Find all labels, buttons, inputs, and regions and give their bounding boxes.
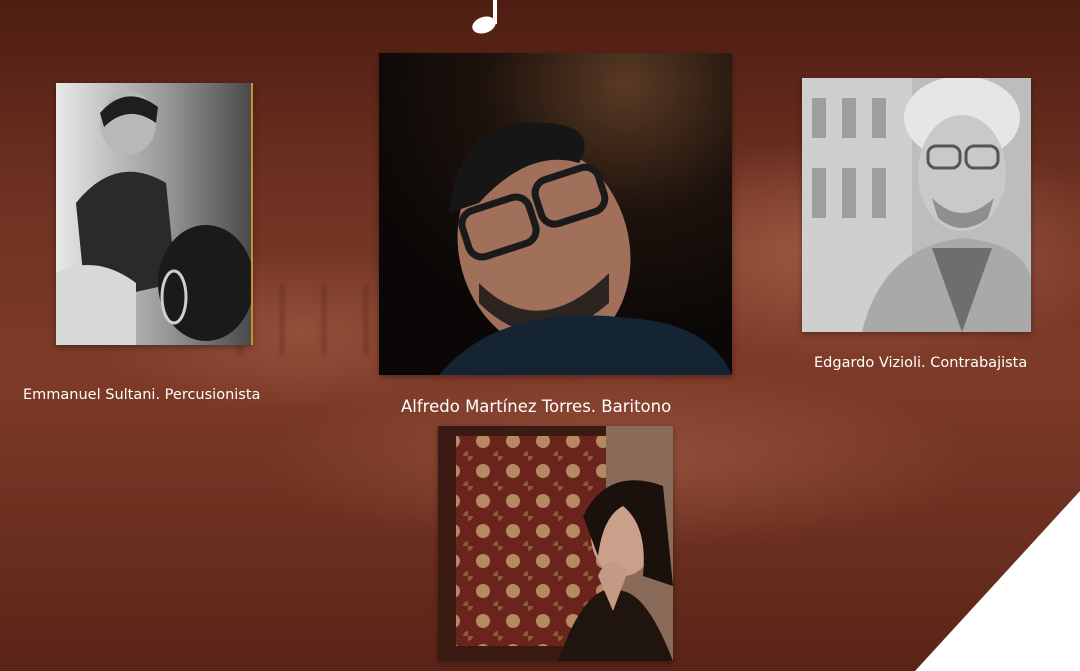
musician-photo-woman	[438, 426, 673, 661]
musician-caption-emmanuel: Emmanuel Sultani. Percusionista	[23, 387, 261, 403]
musician-caption-alfredo: Alfredo Martínez Torres. Baritono	[401, 397, 672, 416]
musician-photo-emmanuel	[56, 83, 253, 345]
musician-photo-edgardo	[802, 78, 1031, 332]
musician-photo-alfredo	[379, 53, 732, 375]
music-note-icon	[472, 0, 497, 34]
musician-caption-edgardo: Edgardo Vizioli. Contrabajista	[814, 355, 1028, 371]
